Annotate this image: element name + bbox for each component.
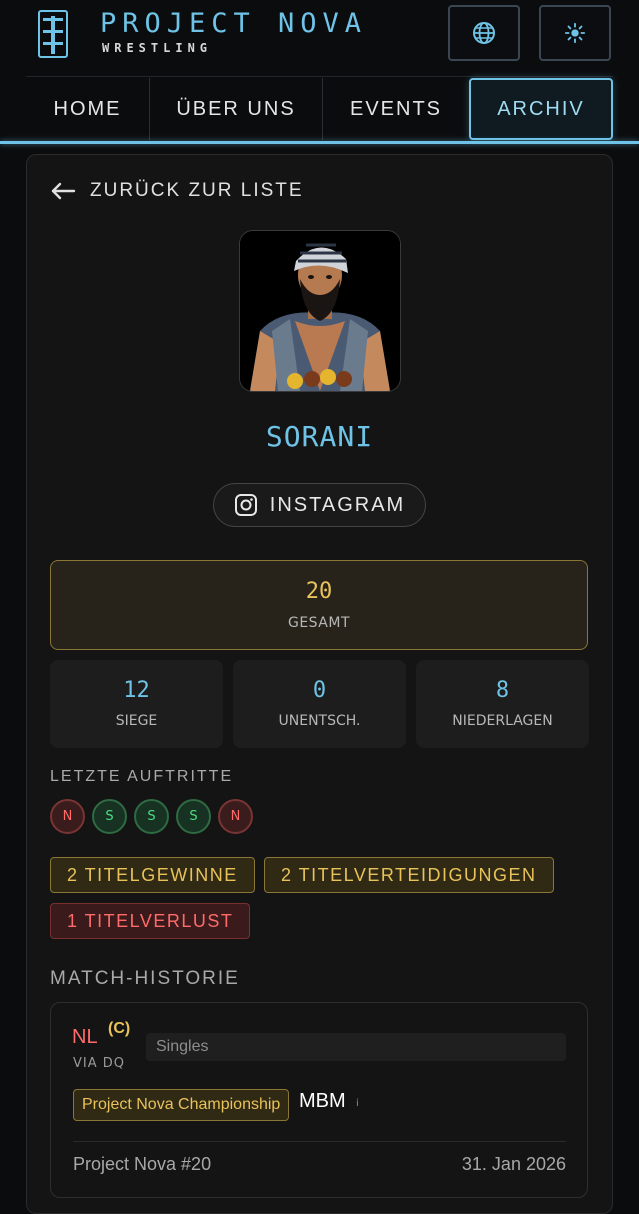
tab-archive[interactable]: ARCHIV xyxy=(469,78,613,140)
brand-subtitle: WRESTLING xyxy=(102,41,213,55)
match-result: NL xyxy=(72,1026,98,1048)
losses-card: 8 NIEDERLAGEN xyxy=(416,660,589,748)
sun-icon xyxy=(564,22,586,44)
result-dot: N xyxy=(50,799,85,834)
brand-title[interactable]: PROJECT NOVA xyxy=(100,8,367,39)
losses-value: 8 xyxy=(495,678,510,703)
tab-about[interactable]: ÜBER UNS xyxy=(150,78,323,140)
result-dot: S xyxy=(176,799,211,834)
info-icon[interactable]: i xyxy=(356,1098,359,1109)
back-link[interactable]: ZURÜCK ZUR LISTE xyxy=(50,176,304,206)
recent-appearances-label: LETZTE AUFTRITTE xyxy=(50,768,234,785)
wrestler-name: SORANI xyxy=(265,420,374,453)
total-label: GESAMT xyxy=(287,615,351,631)
instagram-button[interactable]: INSTAGRAM xyxy=(213,483,426,527)
wrestler-photo xyxy=(239,230,401,392)
total-value: 20 xyxy=(305,579,333,604)
theme-toggle-button[interactable] xyxy=(539,5,611,61)
instagram-icon xyxy=(234,494,257,516)
header-divider xyxy=(26,76,613,77)
match-event[interactable]: Project Nova #20 xyxy=(73,1154,211,1175)
result-dot: S xyxy=(92,799,127,834)
recent-results: N S S S N xyxy=(50,799,253,834)
match-history-label: MATCH-HISTORIE xyxy=(50,968,240,989)
champion-mark: (C) xyxy=(108,1020,131,1037)
wins-value: 12 xyxy=(123,678,150,703)
championship-chip[interactable]: Project Nova Championship xyxy=(73,1089,290,1121)
back-link-label: ZURÜCK ZUR LISTE xyxy=(90,180,304,201)
tab-home[interactable]: HOME xyxy=(26,78,150,140)
match-method: VIA DQ xyxy=(73,1056,125,1071)
title-defenses-badge: 2 TITELVERTEIDIGUNGEN xyxy=(264,857,554,893)
main-nav: HOME ÜBER UNS EVENTS ARCHIV xyxy=(26,78,613,140)
tab-events[interactable]: EVENTS xyxy=(323,78,469,140)
draws-label: UNENTSCH. xyxy=(278,713,361,729)
wins-card: 12 SIEGE xyxy=(50,660,223,748)
globe-icon xyxy=(473,22,495,44)
nav-underline xyxy=(0,141,639,144)
draws-card: 0 UNENTSCH. xyxy=(233,660,406,748)
total-matches-card: 20 GESAMT xyxy=(50,560,588,650)
match-date: 31. Jan 2026 xyxy=(461,1154,566,1174)
losses-label: NIEDERLAGEN xyxy=(452,713,553,729)
arrow-left-icon xyxy=(51,182,76,200)
match-divider xyxy=(73,1141,566,1142)
result-dot: S xyxy=(134,799,169,834)
opponent-name[interactable]: MBM xyxy=(299,1090,346,1113)
logo-icon[interactable] xyxy=(38,10,68,58)
language-button[interactable] xyxy=(448,5,520,61)
match-type: Singles xyxy=(146,1033,566,1061)
title-wins-badge: 2 TITELGEWINNE xyxy=(50,857,255,893)
title-losses-badge: 1 TITELVERLUST xyxy=(50,903,251,939)
result-dot: N xyxy=(218,799,253,834)
draws-value: 0 xyxy=(312,678,327,703)
wins-label: SIEGE xyxy=(115,713,158,729)
instagram-label: INSTAGRAM xyxy=(269,493,406,516)
site-header: PROJECT NOVA WRESTLING xyxy=(0,0,639,76)
